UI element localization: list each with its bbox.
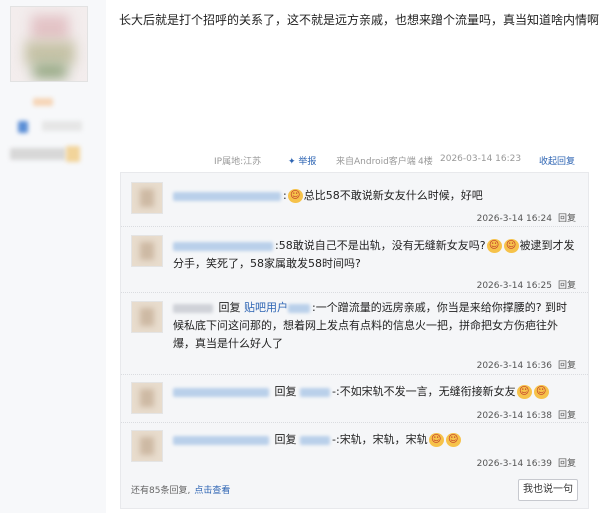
view-more-link[interactable]: 点击查看	[194, 486, 230, 496]
reply-footer: 2026-3-14 16:36 回复	[477, 358, 576, 371]
reply-footer: 2026-3-14 16:24 回复	[477, 211, 576, 224]
more-replies-bar: 还有85条回复, 点击查看	[131, 483, 230, 496]
write-reply-button[interactable]: 我也说一句	[518, 479, 578, 501]
floor-number: 4楼	[418, 157, 433, 167]
collapse-replies-link[interactable]: 收起回复	[539, 154, 575, 167]
reply-text: 不如宋轨不发一言，无缝衔接新女友	[339, 385, 516, 398]
author-avatar[interactable]	[10, 6, 88, 82]
reply-time: 2026-3-14 16:38	[476, 411, 552, 421]
author-badge	[18, 121, 28, 133]
reply-username[interactable]	[173, 303, 213, 313]
reply-content: 回复 -:不如宋轨不发一言，无缝衔接新女友 ☺ ☺	[173, 383, 576, 401]
more-replies-count: 还有85条回复,	[131, 486, 191, 496]
author-name[interactable]	[33, 98, 53, 106]
reply-button[interactable]: 回复	[558, 281, 576, 291]
reply-item: 回复 -:宋轨，宋轨，宋轨 ☺ ☺ 2026-3-14 16:39 回复	[121, 423, 588, 473]
report-link[interactable]: ✦ 举报	[288, 154, 316, 167]
reply-item: 回复 贴吧用户:一个蹭流量的远房亲戚，你当是来给你撑腰的? 到时候私底下问这问那…	[121, 293, 588, 375]
emoji-icon: ☺	[486, 239, 502, 253]
reply-item: 回复 -:不如宋轨不发一言，无缝衔接新女友 ☺ ☺ 2026-3-14 16:38 回…	[121, 375, 588, 423]
client-source: 来自Android客户端	[336, 157, 416, 167]
reply-avatar[interactable]	[131, 430, 163, 462]
reply-username[interactable]	[173, 435, 269, 445]
mentioned-user[interactable]: 贴吧用户	[244, 301, 288, 314]
reply-time: 2026-3-14 16:25	[476, 281, 552, 291]
reply-content: :58敢说自己不是出轨，没有无缝新女友吗? ☺ ☺ 被逮到才发分手，笑死了，58家属敢…	[173, 239, 575, 270]
reply-text: 58敢说自己不是出轨，没有无缝新女友吗?	[278, 239, 486, 252]
reply-footer: 2026-3-14 16:39 回复	[477, 456, 576, 469]
reply-text: 总比58不敢说新女友什么时候，好吧	[303, 189, 483, 202]
reply-button[interactable]: 回复	[558, 214, 576, 224]
reply-item: :58敢说自己不是出轨，没有无缝新女友吗? ☺ ☺ 被逮到才发分手，笑死了，58家属敢…	[121, 227, 588, 293]
reply-time: 2026-3-14 16:24	[476, 214, 552, 224]
emoji-icon: ☺	[503, 239, 519, 253]
mentioned-user-blur	[288, 303, 310, 313]
author-column	[0, 0, 106, 513]
emoji-icon: ☺	[516, 385, 532, 399]
emoji-icon: ☺	[533, 385, 549, 399]
mentioned-user[interactable]	[300, 387, 330, 397]
post-body: 长大后就是打个招呼的关系了，这不就是远方亲戚，也想来蹭个流量吗，真当知道啥内情啊	[119, 13, 600, 27]
reply-content: 回复 -:宋轨，宋轨，宋轨 ☺ ☺	[173, 431, 576, 449]
reply-avatar[interactable]	[131, 382, 163, 414]
report-icon: ✦	[288, 157, 296, 167]
reply-list: : ☺ 总比58不敢说新女友什么时候，好吧 2026-3-14 16:24 回复 :5…	[120, 172, 589, 509]
mentioned-user[interactable]	[300, 435, 330, 445]
reply-button[interactable]: 回复	[558, 361, 576, 371]
reply-username[interactable]	[173, 387, 269, 397]
post-time: 2026-03-14 16:23	[440, 154, 522, 164]
reply-content: : ☺ 总比58不敢说新女友什么时候，好吧	[173, 187, 576, 205]
reply-button[interactable]: 回复	[558, 459, 576, 469]
author-level-badge	[66, 146, 80, 162]
reply-time: 2026-3-14 16:39	[476, 459, 552, 469]
reply-content: 回复 贴吧用户:一个蹭流量的远房亲戚，你当是来给你撑腰的? 到时候私底下问这问那…	[173, 301, 568, 350]
author-badge-2	[42, 121, 82, 131]
reply-avatar[interactable]	[131, 182, 163, 214]
emoji-icon: ☺	[445, 433, 461, 447]
reply-prefix: 回复	[274, 385, 297, 398]
emoji-icon: ☺	[428, 433, 444, 447]
reply-avatar[interactable]	[131, 301, 163, 333]
reply-footer: 2026-3-14 16:25 回复	[477, 278, 576, 291]
reply-item: : ☺ 总比58不敢说新女友什么时候，好吧 2026-3-14 16:24 回复	[121, 173, 588, 227]
reply-footer: 2026-3-14 16:38 回复	[477, 408, 576, 421]
reply-prefix: 回复	[218, 301, 241, 314]
reply-avatar[interactable]	[131, 235, 163, 267]
emoji-icon: ☺	[287, 189, 303, 203]
author-level	[10, 148, 66, 160]
reply-text: 宋轨，宋轨，宋轨	[339, 433, 428, 446]
reply-username[interactable]	[173, 191, 281, 201]
post-meta: IP属地:江苏 ✦ 举报 来自Android客户端 4楼 2026-03-14 …	[214, 154, 588, 168]
reply-time: 2026-3-14 16:36	[476, 361, 552, 371]
reply-username[interactable]	[173, 241, 273, 251]
reply-button[interactable]: 回复	[558, 411, 576, 421]
reply-prefix: 回复	[274, 433, 297, 446]
ip-location: IP属地:江苏	[214, 157, 262, 167]
